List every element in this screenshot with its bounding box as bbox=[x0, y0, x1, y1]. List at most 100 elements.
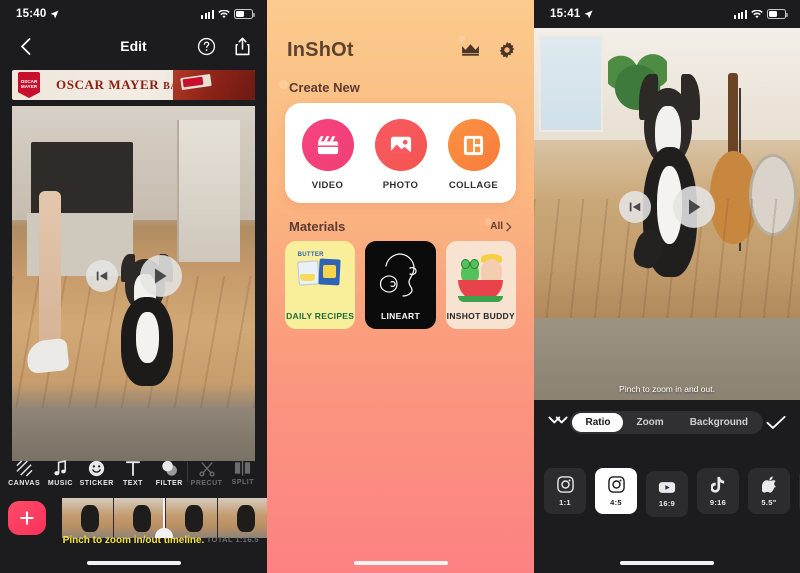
share-up-icon[interactable] bbox=[231, 35, 253, 57]
materials-header: Materials All bbox=[289, 219, 512, 234]
timeline-total-duration: TOTAL 1:16.5 bbox=[206, 535, 259, 544]
gear-icon[interactable] bbox=[498, 41, 516, 59]
battery-icon bbox=[767, 9, 788, 19]
ad-brand-text: OSCAR MAYER bbox=[56, 77, 160, 92]
bokeh-dot bbox=[279, 80, 288, 89]
timeline-frame[interactable] bbox=[166, 498, 218, 538]
materials-row: BUTTER DAILY RECIPES LINEART INSHOT BUDD… bbox=[285, 241, 516, 329]
material-card-daily-recipes[interactable]: BUTTER DAILY RECIPES bbox=[285, 241, 356, 329]
play-icon[interactable] bbox=[673, 185, 715, 228]
play-icon[interactable] bbox=[139, 255, 182, 298]
player-controls bbox=[12, 255, 255, 298]
chevron-right-icon bbox=[506, 222, 512, 232]
timeline-strip bbox=[0, 498, 267, 538]
create-options-row: VIDEO PHOTO COLLAGE bbox=[291, 119, 510, 191]
timeline-playhead[interactable] bbox=[155, 498, 173, 538]
ratio-option-4-5[interactable]: 4:5 bbox=[595, 468, 637, 514]
double-chevron-down-icon[interactable] bbox=[548, 415, 570, 429]
tool-label: FILTER bbox=[155, 480, 183, 487]
cellular-bars-icon bbox=[200, 9, 214, 19]
checkmark-icon[interactable] bbox=[764, 415, 786, 430]
tool-music[interactable]: MUSIC bbox=[42, 460, 78, 487]
frog-bear-watermelon-art bbox=[446, 249, 516, 303]
ratio-option-1-1[interactable]: 1:1 bbox=[544, 468, 586, 514]
question-circle-icon[interactable] bbox=[195, 35, 217, 57]
ratio-label: 9:16 bbox=[709, 497, 727, 507]
ratio-option-16-9[interactable]: 16:9 bbox=[646, 471, 688, 517]
ratio-option-5-5-inch[interactable]: 5.5" bbox=[748, 468, 790, 514]
ratio-option-9-16[interactable]: 9:16 bbox=[697, 468, 739, 514]
rewind-to-start-icon[interactable] bbox=[619, 190, 651, 223]
app-logo: InShOt bbox=[287, 38, 354, 61]
home-indicator bbox=[86, 561, 181, 565]
player-controls bbox=[534, 185, 800, 228]
video-preview[interactable] bbox=[12, 106, 255, 461]
materials-all-label: All bbox=[490, 221, 503, 232]
back-button[interactable] bbox=[14, 35, 36, 57]
create-new-card: VIDEO PHOTO COLLAGE bbox=[285, 103, 516, 203]
line-drawing-faces-art bbox=[365, 249, 435, 303]
create-photo-button[interactable]: PHOTO bbox=[374, 119, 427, 191]
three-panel-screenshot: 15:40 Edit OSCAR MAYER OSCAR MAYER CANVA… bbox=[0, 0, 800, 573]
rewind-to-start-icon[interactable] bbox=[85, 260, 118, 293]
cellular-bars-icon bbox=[733, 9, 747, 19]
status-left: 15:40 bbox=[16, 8, 59, 20]
home-indicator bbox=[620, 561, 714, 565]
create-option-label: VIDEO bbox=[311, 180, 344, 191]
add-media-button[interactable] bbox=[8, 501, 46, 535]
status-right bbox=[200, 9, 255, 19]
tab-ratio[interactable]: Ratio bbox=[572, 412, 624, 432]
material-card-inshot-buddy[interactable]: INSHOT BUDDY bbox=[445, 241, 516, 329]
create-new-title: Create New bbox=[289, 80, 360, 95]
materials-all-link[interactable]: All bbox=[490, 221, 512, 232]
tool-label: TEXT bbox=[123, 480, 143, 487]
header-actions bbox=[461, 41, 516, 59]
canvas-tab-group: Ratio Zoom Background bbox=[570, 410, 764, 434]
create-option-label: PHOTO bbox=[382, 180, 419, 191]
tool-label: MUSIC bbox=[47, 480, 73, 487]
status-time: 15:41 bbox=[550, 8, 581, 20]
create-video-button[interactable]: VIDEO bbox=[301, 119, 354, 191]
ratio-label: 4:5 bbox=[610, 497, 622, 507]
nav-right-actions bbox=[195, 35, 253, 57]
ratio-label: 16:9 bbox=[658, 498, 676, 508]
status-bar: 15:41 bbox=[534, 0, 800, 28]
material-card-label: DAILY RECIPES bbox=[286, 311, 355, 321]
status-right bbox=[733, 9, 788, 19]
crown-icon[interactable] bbox=[461, 43, 480, 57]
material-card-label: LINEART bbox=[381, 311, 420, 321]
collage-grid-icon bbox=[447, 119, 500, 171]
film-thumbnails[interactable] bbox=[62, 498, 267, 538]
canvas-toolbar: Ratio Zoom Background bbox=[534, 400, 800, 444]
ad-product-image bbox=[173, 70, 255, 100]
tool-canvas[interactable]: CANVAS bbox=[6, 460, 42, 487]
film-clapper-icon bbox=[301, 119, 354, 171]
materials-title: Materials bbox=[289, 219, 346, 234]
tool-split[interactable]: SPLIT bbox=[225, 460, 261, 486]
timeline-frame[interactable] bbox=[218, 498, 267, 538]
ratio-label: 1:1 bbox=[559, 497, 571, 507]
panel-canvas-ratio-screen: 15:41 Pinch to zoom in and out. Ratio Zo… bbox=[534, 0, 800, 573]
tool-label: STICKER bbox=[79, 480, 114, 487]
battery-icon bbox=[234, 9, 255, 19]
home-indicator bbox=[353, 561, 448, 565]
tool-text[interactable]: TEXT bbox=[115, 460, 151, 487]
status-bar: 15:40 bbox=[0, 0, 267, 28]
edit-toolbar: CANVAS MUSIC STICKER TEXT FILTER PRECUT … bbox=[0, 458, 267, 496]
tab-background[interactable]: Background bbox=[677, 413, 761, 432]
panel-home-screen: InShOt Create New VIDEO PHOTO COLLAGE Ma… bbox=[267, 0, 534, 573]
tool-sticker[interactable]: STICKER bbox=[79, 460, 115, 487]
tool-filter[interactable]: FILTER bbox=[151, 460, 187, 487]
wifi-icon bbox=[218, 9, 230, 19]
canvas-video-preview[interactable]: Pinch to zoom in and out. bbox=[534, 28, 800, 400]
ad-banner[interactable]: OSCAR MAYER OSCAR MAYER BACON bbox=[12, 70, 255, 100]
ad-brand-logo: OSCAR MAYER bbox=[18, 72, 40, 98]
tab-zoom[interactable]: Zoom bbox=[623, 413, 676, 432]
home-background: InShOt Create New VIDEO PHOTO COLLAGE Ma… bbox=[267, 0, 534, 573]
material-card-lineart[interactable]: LINEART bbox=[365, 241, 436, 329]
location-arrow-icon bbox=[584, 9, 593, 19]
tool-precut[interactable]: PRECUT bbox=[188, 460, 224, 487]
create-collage-button[interactable]: COLLAGE bbox=[447, 119, 500, 191]
photo-image-icon bbox=[374, 119, 427, 171]
timeline-frame[interactable] bbox=[62, 498, 114, 538]
